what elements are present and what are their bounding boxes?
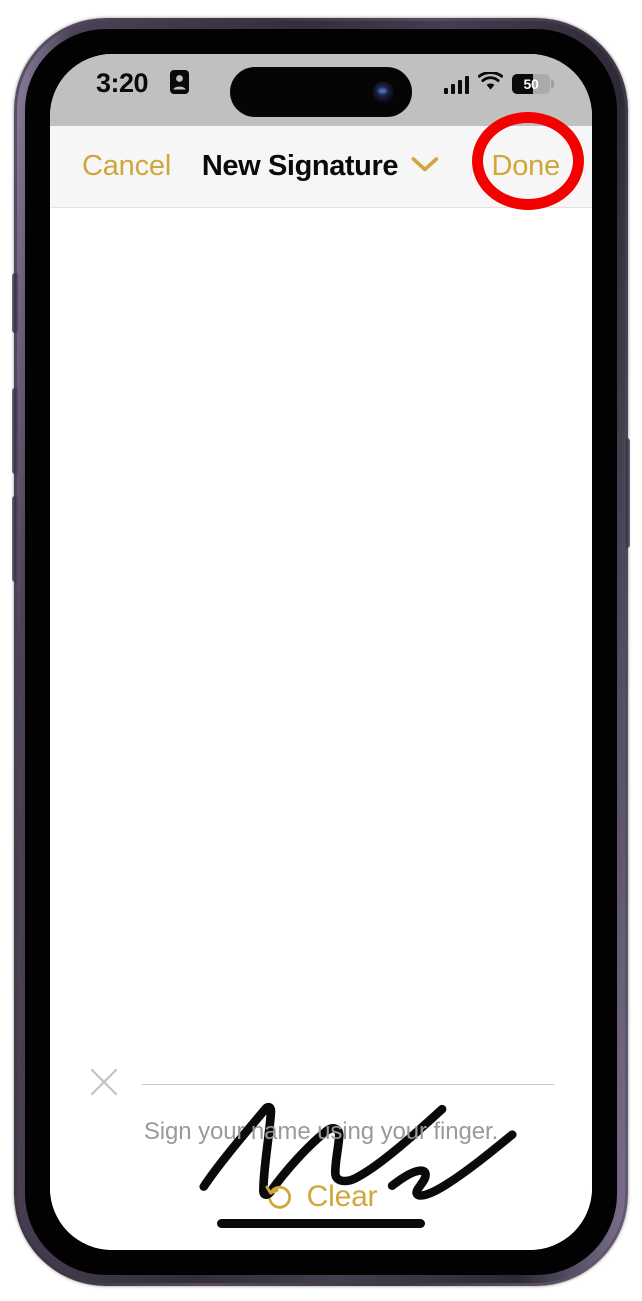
power-button[interactable] <box>624 438 630 548</box>
volume-down-button[interactable] <box>12 496 18 582</box>
battery-cap <box>551 80 554 88</box>
chevron-down-icon[interactable] <box>410 155 440 179</box>
done-button[interactable]: Done <box>491 150 560 183</box>
page-title: New Signature <box>201 150 399 182</box>
signature-drawing-area[interactable]: Sign your name using your finger. Clear <box>50 208 592 1250</box>
navigation-bar: Cancel New Signature Done <box>50 112 592 210</box>
clear-button-label: Clear <box>306 1180 378 1213</box>
front-camera-icon <box>373 81 394 103</box>
signature-hint-text: Sign your name using your finger. <box>143 1118 499 1145</box>
signature-baseline <box>142 1083 554 1085</box>
id-card-icon <box>170 70 189 94</box>
action-button[interactable] <box>12 273 18 333</box>
battery-level-text: 50 <box>523 76 539 92</box>
phone-frame: 3:20 50 Cancel New Signature Done Sign y… <box>12 18 630 1286</box>
wifi-icon <box>477 71 504 96</box>
phone-screen: 3:20 50 Cancel New Signature Done Sign y… <box>50 54 592 1250</box>
status-bar: 3:20 50 <box>50 54 592 126</box>
phone-bezel: 3:20 50 Cancel New Signature Done Sign y… <box>25 29 617 1275</box>
battery-icon: 50 <box>512 74 554 94</box>
cancel-button[interactable]: Cancel <box>82 150 171 183</box>
cellular-bars-icon <box>443 75 469 94</box>
volume-up-button[interactable] <box>12 388 18 474</box>
status-bar-indicators: 50 <box>443 71 554 96</box>
home-indicator[interactable] <box>217 1219 425 1228</box>
clear-button[interactable]: Clear <box>265 1180 378 1214</box>
dynamic-island <box>230 67 412 117</box>
undo-arrow-icon <box>265 1181 295 1214</box>
x-mark-icon <box>88 1066 120 1103</box>
signature-title-dropdown[interactable]: New Signature <box>202 150 440 183</box>
signature-baseline-row <box>50 1064 592 1104</box>
status-bar-time: 3:20 <box>96 68 149 98</box>
